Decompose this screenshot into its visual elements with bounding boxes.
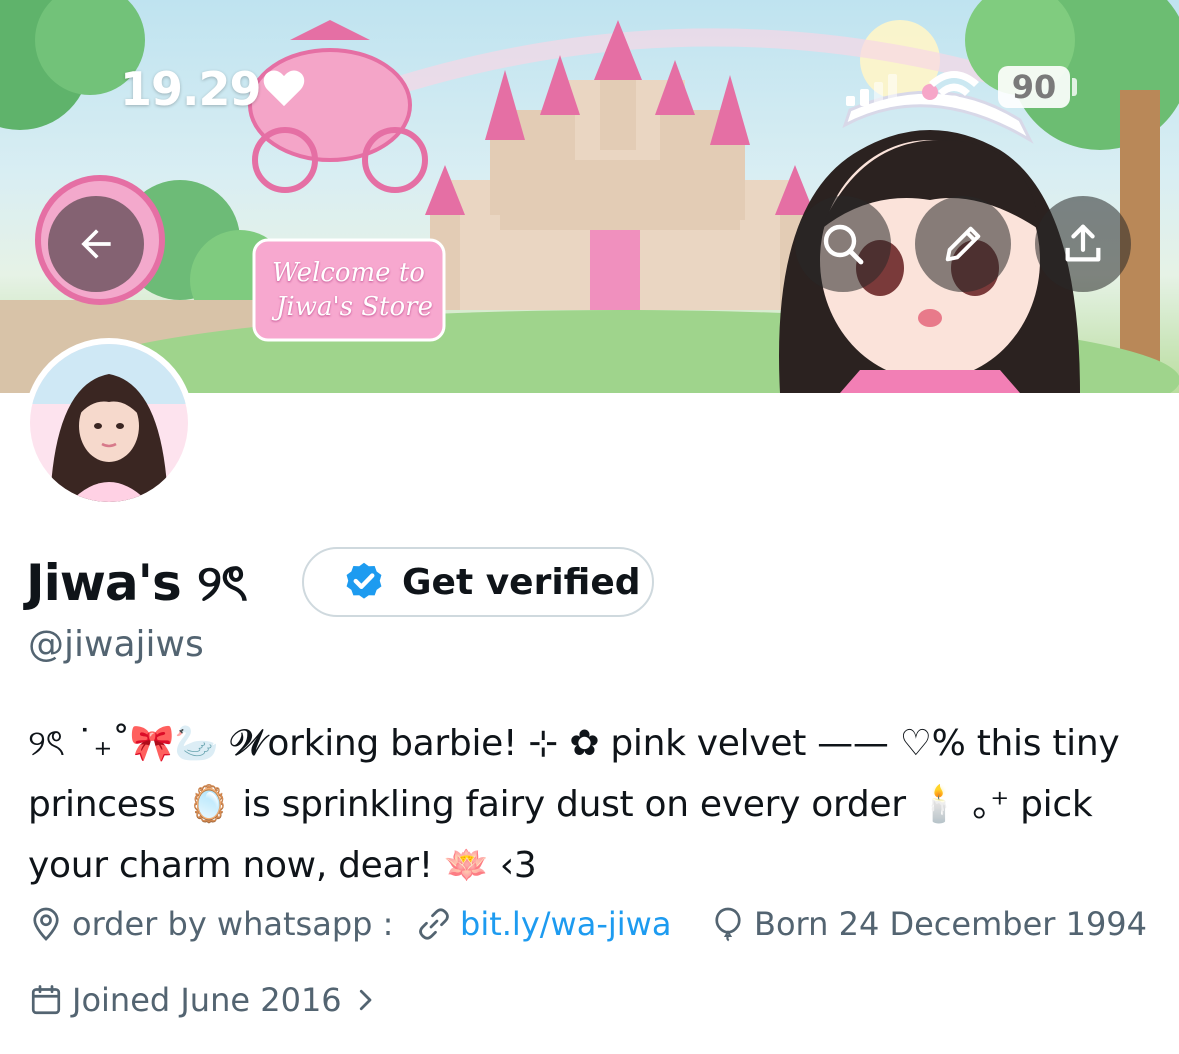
back-arrow-icon	[81, 229, 111, 259]
profile-avatar[interactable]	[24, 338, 194, 508]
back-button[interactable]	[48, 196, 144, 292]
banner-sign-line2: Jiwa's Store	[276, 292, 433, 322]
verified-badge-icon	[346, 562, 382, 599]
calendar-icon	[31, 985, 61, 1015]
location-item: order by whatsapp :	[28, 905, 393, 943]
user-handle: @jiwajiws	[28, 624, 204, 665]
profile-banner[interactable]: Welcome to Jiwa's Store 19.29 90	[0, 0, 1179, 393]
birthday-text: Born 24 December 1994	[754, 905, 1148, 943]
get-verified-button[interactable]: Get verified	[302, 547, 654, 617]
link-icon	[419, 908, 449, 940]
profile-bio: ୨ৎ ˙₊˚🎀🦢 𝓦orking barbie! ⊹ ✿ pink velvet…	[28, 713, 1158, 896]
banner-sign-line1: Welcome to	[272, 258, 425, 288]
joined-item[interactable]: Joined June 2016	[28, 981, 388, 1019]
bio-line-1: ୨ৎ ˙₊˚🎀🦢 𝓦orking barbie! ⊹ ✿ pink velvet…	[28, 723, 1120, 764]
avatar-photo	[30, 344, 188, 502]
signal-icon	[846, 74, 897, 106]
location-text: order by whatsapp :	[72, 905, 394, 943]
website-link-text[interactable]: bit.ly/wa-jiwa	[460, 905, 671, 943]
profile-meta: order by whatsapp : bit.ly/wa-jiwa Born …	[28, 905, 1168, 955]
battery-indicator: 90	[998, 66, 1070, 108]
heart-icon	[263, 70, 305, 107]
balloon-icon	[715, 907, 741, 942]
banner-illustration	[0, 0, 1179, 393]
location-pin-icon	[33, 907, 59, 941]
search-button[interactable]	[795, 196, 891, 292]
display-name: Jiwa's ୨ৎ	[26, 554, 248, 612]
share-icon	[1065, 224, 1101, 262]
bio-line-3: your charm now, dear! 🪷 ‹3	[28, 845, 537, 886]
chevron-right-icon	[359, 989, 372, 1011]
edit-button[interactable]	[915, 196, 1011, 292]
battery-tip	[1072, 78, 1077, 96]
website-link[interactable]: bit.ly/wa-jiwa	[416, 905, 671, 943]
bio-line-2: princess 🪞 is sprinkling fairy dust on e…	[28, 784, 1093, 825]
status-time: 19.29	[120, 62, 262, 116]
wifi-icon	[929, 71, 979, 108]
birthday-item: Born 24 December 1994	[710, 905, 1147, 943]
share-button[interactable]	[1035, 196, 1131, 292]
joined-text: Joined June 2016	[72, 981, 342, 1019]
get-verified-label: Get verified	[402, 561, 641, 603]
pencil-icon	[945, 226, 981, 262]
search-icon	[823, 224, 864, 265]
